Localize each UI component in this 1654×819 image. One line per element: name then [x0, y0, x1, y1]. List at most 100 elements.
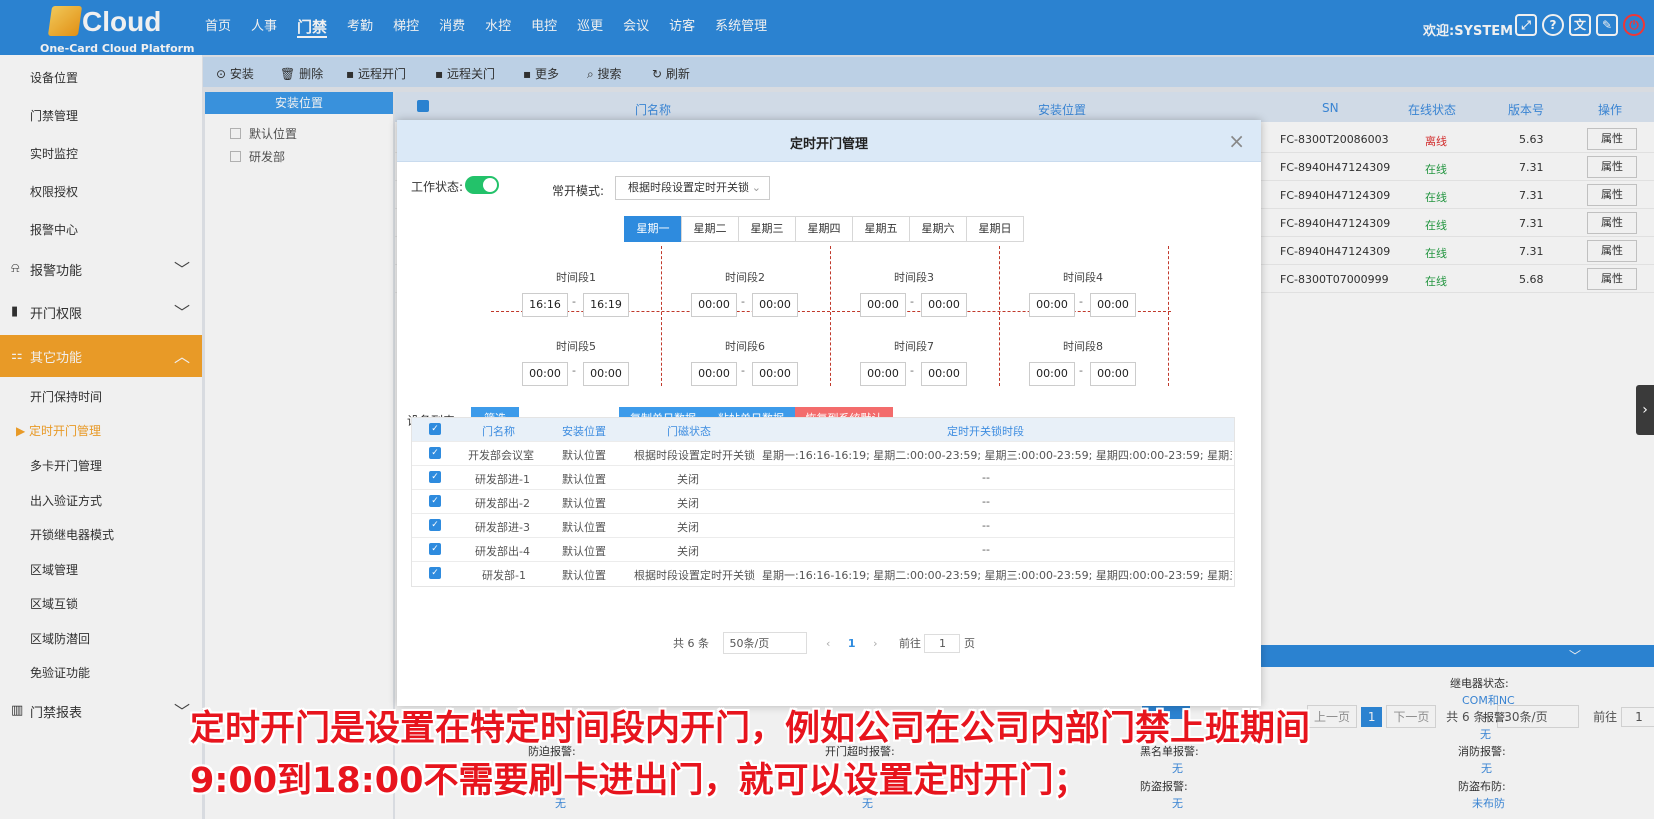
- select-all-checkbox[interactable]: ✓: [429, 423, 441, 435]
- close-icon[interactable]: ×: [1228, 129, 1245, 153]
- row-door-name: 研发部出-2: [475, 497, 530, 510]
- dialog-title: 定时开门管理: [789, 137, 868, 152]
- work-status-toggle[interactable]: [465, 176, 499, 194]
- row-periods: --: [982, 519, 990, 532]
- row-location: 默认位置: [562, 569, 606, 582]
- row-door-name: 研发部出-4: [475, 545, 530, 558]
- segment-3-label: 时间段3: [894, 271, 934, 284]
- next-page-button[interactable]: ›: [873, 637, 877, 650]
- side-expand-button[interactable]: ›: [1636, 385, 1654, 435]
- segment-7-end[interactable]: 00:00: [921, 362, 967, 386]
- segment-1-end[interactable]: 16:19: [583, 293, 629, 317]
- segment-3-end[interactable]: 00:00: [921, 293, 967, 317]
- tab-monday[interactable]: 星期一: [624, 216, 682, 242]
- row-checkbox[interactable]: ✓: [429, 567, 441, 579]
- caption-line-2: 9:00到18:00不需要刷卡进出门，就可以设置定时开门；: [190, 761, 1089, 801]
- weekday-tabs: 星期一 星期二 星期三 星期四 星期五 星期六 星期日: [624, 216, 1024, 242]
- table-row[interactable]: ✓ 研发部出-2 默认位置 关闭 --: [412, 490, 1234, 514]
- segment-2-end[interactable]: 00:00: [752, 293, 798, 317]
- range-dash: -: [1079, 364, 1083, 377]
- segment-6-end[interactable]: 00:00: [752, 362, 798, 386]
- dialog-device-table: ✓ 门名称 安装位置 门磁状态 定时开关锁时段 ✓ 开发部会议室 默认位置 根据…: [411, 417, 1235, 587]
- goto-input[interactable]: 1: [924, 634, 961, 653]
- row-door-state: 根据时段设置定时开关锁: [634, 569, 755, 582]
- table-row[interactable]: ✓ 研发部出-4 默认位置 关闭 --: [412, 538, 1234, 562]
- row-location: 默认位置: [562, 449, 606, 462]
- range-dash: -: [572, 295, 576, 308]
- mode-label: 常开模式:: [552, 184, 605, 198]
- per-page-select[interactable]: 50条/页: [722, 632, 807, 654]
- tab-saturday[interactable]: 星期六: [909, 216, 967, 242]
- segment-6-start[interactable]: 00:00: [691, 362, 737, 386]
- segment-1-start[interactable]: 16:16: [522, 293, 568, 317]
- work-status-label: 工作状态:: [411, 180, 464, 194]
- row-door-name: 研发部-1: [482, 569, 526, 582]
- row-checkbox[interactable]: ✓: [429, 495, 441, 507]
- segment-4-start[interactable]: 00:00: [1029, 293, 1075, 317]
- segment-5-start[interactable]: 00:00: [522, 362, 568, 386]
- row-periods: 星期一:16:16-16:19; 星期二:00:00-23:59; 星期三:00…: [762, 569, 1232, 582]
- row-door-state: 关闭: [677, 545, 699, 558]
- range-dash: -: [910, 295, 914, 308]
- toggle-knob: [483, 178, 497, 192]
- segment-divider: [999, 246, 1000, 386]
- row-door-name: 研发部进-1: [475, 473, 530, 486]
- row-checkbox[interactable]: ✓: [429, 447, 441, 459]
- dialog-table-header: ✓ 门名称 安装位置 门磁状态 定时开关锁时段: [412, 418, 1234, 442]
- dialog-header: 定时开门管理 ×: [397, 120, 1261, 162]
- col-periods: 定时开关锁时段: [947, 425, 1024, 438]
- total-count: 共 6 条: [673, 637, 709, 650]
- tab-sunday[interactable]: 星期日: [966, 216, 1024, 242]
- segment-3-start[interactable]: 00:00: [860, 293, 906, 317]
- row-periods: --: [982, 495, 990, 508]
- table-row[interactable]: ✓ 研发部进-1 默认位置 关闭 --: [412, 466, 1234, 490]
- chevron-down-icon: ⌄: [751, 181, 761, 194]
- range-dash: -: [1079, 295, 1083, 308]
- row-location: 默认位置: [562, 545, 606, 558]
- segment-5-end[interactable]: 00:00: [583, 362, 629, 386]
- dialog-pagination: 共 6 条 50条/页 ‹ 1 › 前往 1 页: [673, 632, 975, 654]
- table-row[interactable]: ✓ 研发部进-3 默认位置 关闭 --: [412, 514, 1234, 538]
- segment-2-start[interactable]: 00:00: [691, 293, 737, 317]
- segment-7-label: 时间段7: [894, 340, 934, 353]
- row-door-state: 关闭: [677, 521, 699, 534]
- col-door-state: 门磁状态: [667, 425, 711, 438]
- prev-page-button[interactable]: ‹: [826, 637, 830, 650]
- segment-8-label: 时间段8: [1063, 340, 1103, 353]
- timed-open-dialog: 定时开门管理 × 工作状态: 常开模式: 根据时段设置定时开关锁 ⌄ 星期一 星期…: [397, 120, 1261, 706]
- tab-friday[interactable]: 星期五: [852, 216, 910, 242]
- row-door-name: 开发部会议室: [468, 449, 534, 462]
- segment-8-end[interactable]: 00:00: [1090, 362, 1136, 386]
- range-dash: -: [910, 364, 914, 377]
- tab-tuesday[interactable]: 星期二: [681, 216, 739, 242]
- segment-7-start[interactable]: 00:00: [860, 362, 906, 386]
- segment-4-end[interactable]: 00:00: [1090, 293, 1136, 317]
- segment-2-label: 时间段2: [725, 271, 765, 284]
- row-periods: --: [982, 543, 990, 556]
- tab-wednesday[interactable]: 星期三: [738, 216, 796, 242]
- table-row[interactable]: ✓ 研发部-1 默认位置 根据时段设置定时开关锁 星期一:16:16-16:19…: [412, 562, 1234, 586]
- row-periods: 星期一:16:16-16:19; 星期二:00:00-23:59; 星期三:00…: [762, 449, 1232, 462]
- row-checkbox[interactable]: ✓: [429, 471, 441, 483]
- segment-5-label: 时间段5: [556, 340, 596, 353]
- mode-select[interactable]: 根据时段设置定时开关锁 ⌄: [615, 176, 770, 200]
- col-door-name: 门名称: [482, 425, 515, 438]
- range-dash: -: [572, 364, 576, 377]
- segment-4-label: 时间段4: [1063, 271, 1103, 284]
- segment-6-label: 时间段6: [725, 340, 765, 353]
- row-location: 默认位置: [562, 521, 606, 534]
- row-door-state: 关闭: [677, 473, 699, 486]
- row-door-state: 根据时段设置定时开关锁: [634, 449, 755, 462]
- row-periods: --: [982, 471, 990, 484]
- row-door-state: 关闭: [677, 497, 699, 510]
- page-number[interactable]: 1: [848, 637, 856, 650]
- mode-value: 根据时段设置定时开关锁: [628, 181, 749, 194]
- range-dash: -: [741, 364, 745, 377]
- segment-divider: [1168, 246, 1169, 386]
- tab-thursday[interactable]: 星期四: [795, 216, 853, 242]
- table-row[interactable]: ✓ 开发部会议室 默认位置 根据时段设置定时开关锁 星期一:16:16-16:1…: [412, 442, 1234, 466]
- row-checkbox[interactable]: ✓: [429, 519, 441, 531]
- segment-8-start[interactable]: 00:00: [1029, 362, 1075, 386]
- col-location: 安装位置: [562, 425, 606, 438]
- row-checkbox[interactable]: ✓: [429, 543, 441, 555]
